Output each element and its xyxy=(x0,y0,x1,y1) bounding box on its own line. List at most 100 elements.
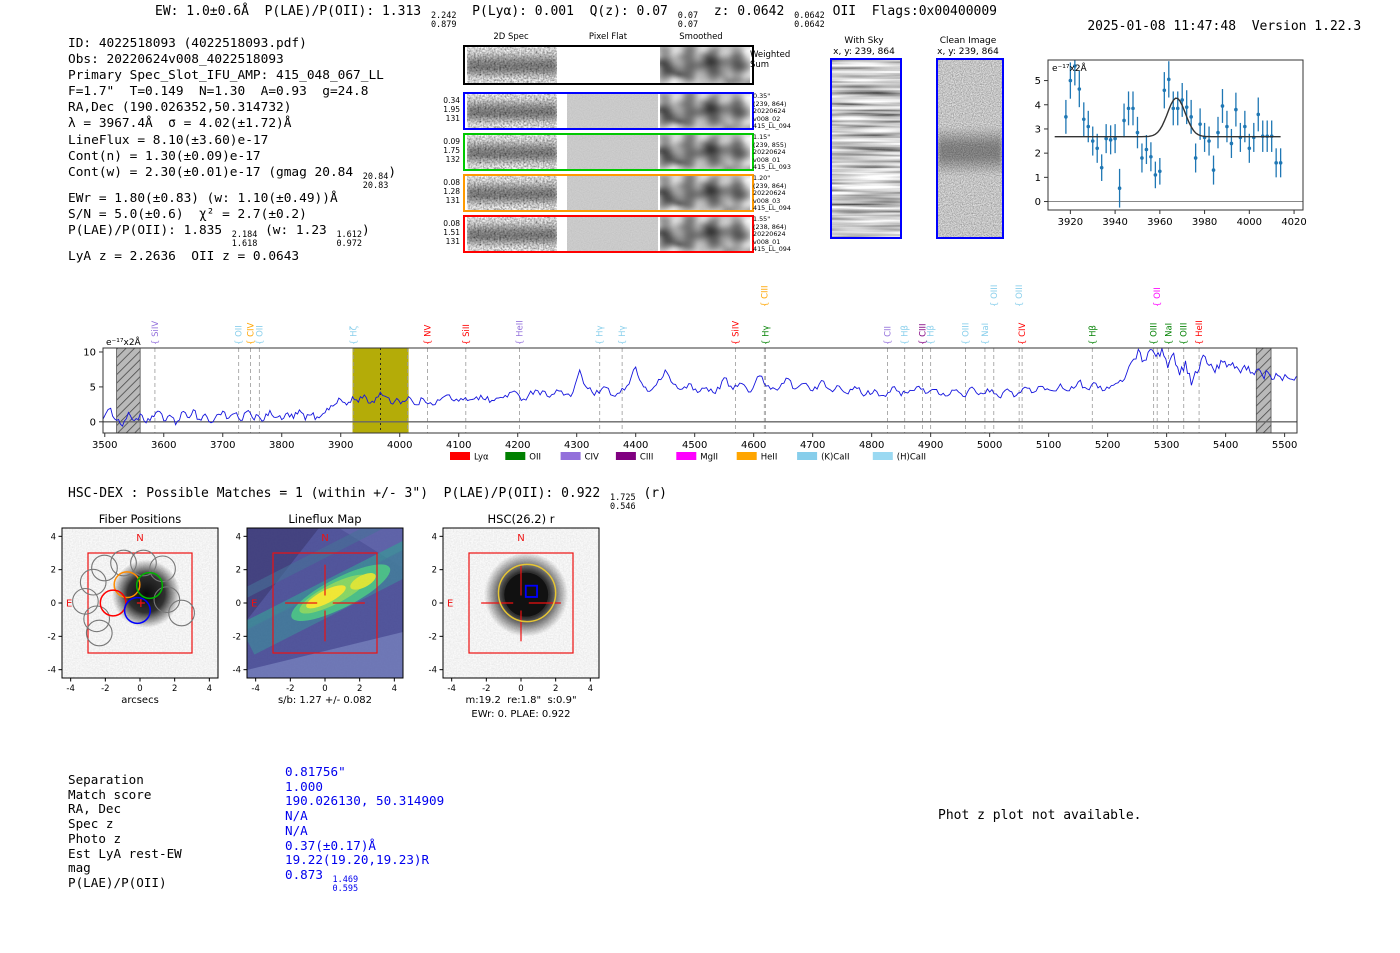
x-tick-label: 3940 xyxy=(1102,217,1127,228)
x-tick-label: 3800 xyxy=(269,440,294,451)
lineflux-map-panel: -4 -4 -2 -2 0 0 2 2 4 4 N E xyxy=(233,527,404,694)
data-point xyxy=(1207,139,1211,143)
data-point xyxy=(1274,161,1278,165)
x-tick-label: 4900 xyxy=(918,440,943,451)
masked-band xyxy=(116,347,141,434)
data-point xyxy=(1077,87,1082,91)
legend-swatch xyxy=(615,452,636,460)
data-point xyxy=(1117,186,1122,191)
info-line: Obs: 20220624v008_4022518093 xyxy=(68,52,284,68)
spec2d-cell-pixelflat xyxy=(567,47,658,83)
fiber-positions-panel: -4 -4 -2 -2 0 0 2 2 4 4 N E xyxy=(48,527,219,694)
match-table-label: Spec z xyxy=(68,816,114,832)
x-tick-label: 5500 xyxy=(1272,440,1297,451)
match-table-values: 0.81756" 1.000 190.026130, 50.314909 N/A N/A… xyxy=(285,764,444,894)
data-point xyxy=(1081,117,1086,122)
hsc-caption-1: m:19.2 re:1.8" s:0.9" xyxy=(465,695,577,706)
match-table-label: RA, Dec xyxy=(68,801,122,817)
x-tick-label: 3980 xyxy=(1192,217,1217,228)
hsc-dex-summary: HSC-DEX : Possible Matches = 1 (within +… xyxy=(68,486,667,512)
detection-highlight-band xyxy=(352,348,409,433)
header-meta: 2025-01-08 11:47:48 Version 1.22.3 xyxy=(1056,4,1361,49)
emission-line-label: { NV xyxy=(423,325,433,345)
x-tick-label: 5000 xyxy=(977,440,1002,451)
match-table-label: P(LAE)/P(OII) xyxy=(68,874,167,890)
match-table-value: 0.81756" xyxy=(285,764,346,779)
data-point xyxy=(1140,156,1144,160)
spec2d-row-label: 1.55" (238, 864) 20220624 v008_01 415_LL_094 xyxy=(753,215,791,254)
data-point xyxy=(1184,105,1189,109)
data-point xyxy=(1099,165,1104,170)
legend-label: Lyα xyxy=(474,453,489,463)
emission-line-label: { Hζ xyxy=(350,325,360,345)
match-table-labels: Separation Match score RA, Dec Spec z Photo … xyxy=(68,772,182,891)
spec2d-row-label: 1.15" (239, 855) 20220624 v008_01 415_LL_093 xyxy=(753,133,791,172)
spec2d-row xyxy=(463,92,754,130)
match-table-value: N/A xyxy=(285,808,308,824)
x-tick-label: 3600 xyxy=(151,440,176,451)
spec2d-row-label: 0.35" (239, 864) 20220624 v008_02 415_LL_094 xyxy=(753,92,791,131)
data-point xyxy=(1135,130,1140,135)
emission-line-label: { OIII xyxy=(1180,323,1190,345)
info-line: Cont(n) = 1.30(±0.09)e-17 xyxy=(68,148,261,164)
x-tick-label: 5200 xyxy=(1095,440,1120,451)
data-point xyxy=(1158,169,1162,174)
x-tick-label: -2 xyxy=(101,684,109,694)
y-tick-label: 0 xyxy=(1035,197,1041,208)
info-line: λ = 3967.4Å σ = 4.02(±1.72)Å xyxy=(68,116,292,132)
spec2d-cell-2dspec xyxy=(467,47,557,83)
info-line: S/N = 5.0(±0.6) χ² = 2.7(±0.2) xyxy=(68,206,307,222)
spec2d-cell-smoothed xyxy=(660,176,750,210)
y-tick-label: -4 xyxy=(429,666,437,676)
full-spectrum-plot: 3500 3600 3700 3800 3900 4000 4100 4200 4300 4400… xyxy=(83,285,1298,463)
data-point xyxy=(1126,106,1131,111)
x-tick-label: 3700 xyxy=(210,440,235,451)
y-tick-label: 0 xyxy=(432,599,437,609)
spec2d-cell-smoothed xyxy=(660,135,750,169)
spec2d-col-title-1: 2D Spec xyxy=(493,32,529,42)
x-tick-label: 4000 xyxy=(1237,217,1262,228)
line-fit-plot: 3920 3940 3960 3980 4000 4020 0 1 2 3 4 5 e⁻¹⁷x2Å xyxy=(1035,59,1307,228)
compass-north: N xyxy=(136,533,143,544)
spec2d-cell-smoothed xyxy=(660,94,750,128)
spec2d-figure: 0.34 1.95 131 0.35" (239, 864) 20220624 v008_0… xyxy=(443,45,803,257)
y-tick-label: 1 xyxy=(1035,173,1041,184)
x-tick-label: 3500 xyxy=(92,440,117,451)
clean-image xyxy=(936,58,1004,239)
y-tick-label: 2 xyxy=(51,566,56,576)
info-line: ID: 4022518093 (4022518093.pdf) xyxy=(68,36,307,51)
x-tick-label: 3900 xyxy=(328,440,353,451)
emission-line-label: { HeII xyxy=(1195,320,1205,345)
data-point xyxy=(1095,146,1100,151)
data-point xyxy=(1234,107,1238,112)
spec2d-cell-2dspec xyxy=(467,135,557,169)
x-tick-label: 4020 xyxy=(1281,217,1306,228)
y-tick-label: 2 xyxy=(236,566,241,576)
x-tick-label: -4 xyxy=(251,684,259,694)
data-point xyxy=(1180,98,1185,102)
data-point xyxy=(1220,104,1225,108)
x-tick-label: 4 xyxy=(392,684,397,694)
data-point xyxy=(1086,124,1091,129)
y-tick-label: 0 xyxy=(51,599,56,609)
legend-swatch xyxy=(872,452,893,460)
info-line: EWr = 1.80(±0.83) (w: 1.10(±0.49))Å xyxy=(68,190,338,206)
match-table-label: mag xyxy=(68,860,91,876)
lineflux-caption: s/b: 1.27 +/- 0.082 xyxy=(277,695,373,706)
data-point xyxy=(1064,115,1068,119)
with-sky-image xyxy=(830,58,902,239)
header-version: Version 1.22.3 xyxy=(1251,19,1362,34)
info-line: RA,Dec (190.026352,50.314732) xyxy=(68,100,292,116)
data-point xyxy=(1198,122,1202,126)
weighted-sum-label: Weighted Sum xyxy=(750,50,791,70)
emission-line-label: { OIII xyxy=(961,323,971,345)
emission-line-label: { Hγ xyxy=(761,325,771,345)
clean-image-title: Clean Image x, y: 239, 864 xyxy=(937,36,999,57)
spec2d-col-title-3: Smoothed xyxy=(679,32,723,42)
emission-line-label: { Hγ xyxy=(618,325,628,345)
y-tick-label: 5 xyxy=(1035,76,1041,87)
spec2d-row-label: 1.20" (239, 864) 20220624 v008_03 415_LL_094 xyxy=(753,174,791,213)
emission-line-label: { OII xyxy=(1153,287,1163,307)
emission-line-label: { Hβ xyxy=(927,325,937,345)
legend-swatch xyxy=(450,452,470,460)
